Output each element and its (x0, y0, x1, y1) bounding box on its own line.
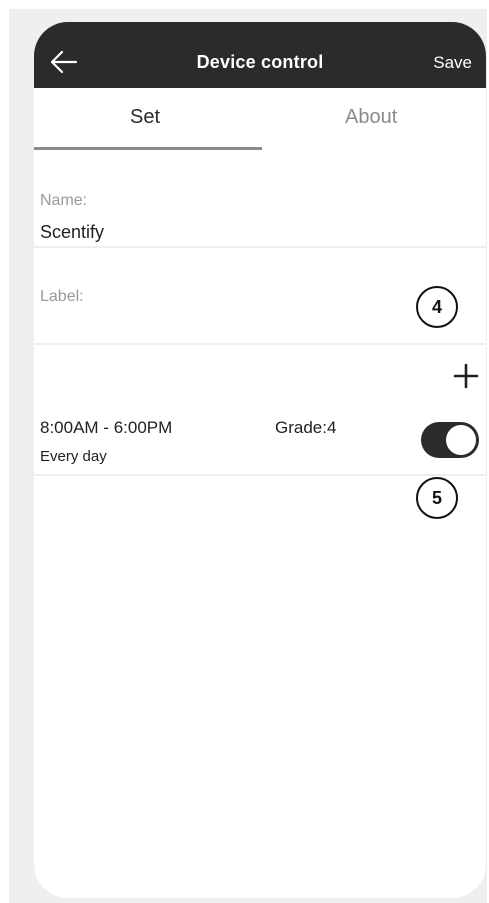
schedule-toggle[interactable] (421, 422, 479, 458)
add-schedule-button[interactable] (452, 362, 480, 390)
name-field[interactable]: Scentify (40, 222, 104, 243)
save-button[interactable]: Save (433, 53, 472, 73)
tab-set[interactable]: Set (130, 106, 160, 129)
schedule-grade: Grade:4 (275, 418, 337, 437)
schedule-time-range: 8:00AM - 6:00PM (40, 418, 173, 437)
tab-about[interactable]: About (345, 106, 397, 129)
phone-screen: Device control Save Set About Name: Scen… (34, 22, 486, 898)
app-header: Device control Save (34, 22, 486, 88)
page-title: Device control (196, 52, 324, 72)
callout-badge-5: 5 (416, 477, 458, 519)
plus-icon (453, 363, 479, 389)
tab-bar: Set About (34, 88, 486, 152)
schedule-repeat: Every day (40, 448, 107, 465)
divider (34, 246, 486, 248)
active-tab-indicator (34, 147, 262, 150)
label-field[interactable] (40, 312, 400, 336)
name-label: Name: (40, 192, 88, 209)
callout-badge-4: 4 (416, 286, 458, 328)
label-label: Label: (40, 288, 84, 305)
divider (34, 474, 486, 476)
divider (34, 343, 486, 345)
toggle-knob (446, 425, 476, 455)
